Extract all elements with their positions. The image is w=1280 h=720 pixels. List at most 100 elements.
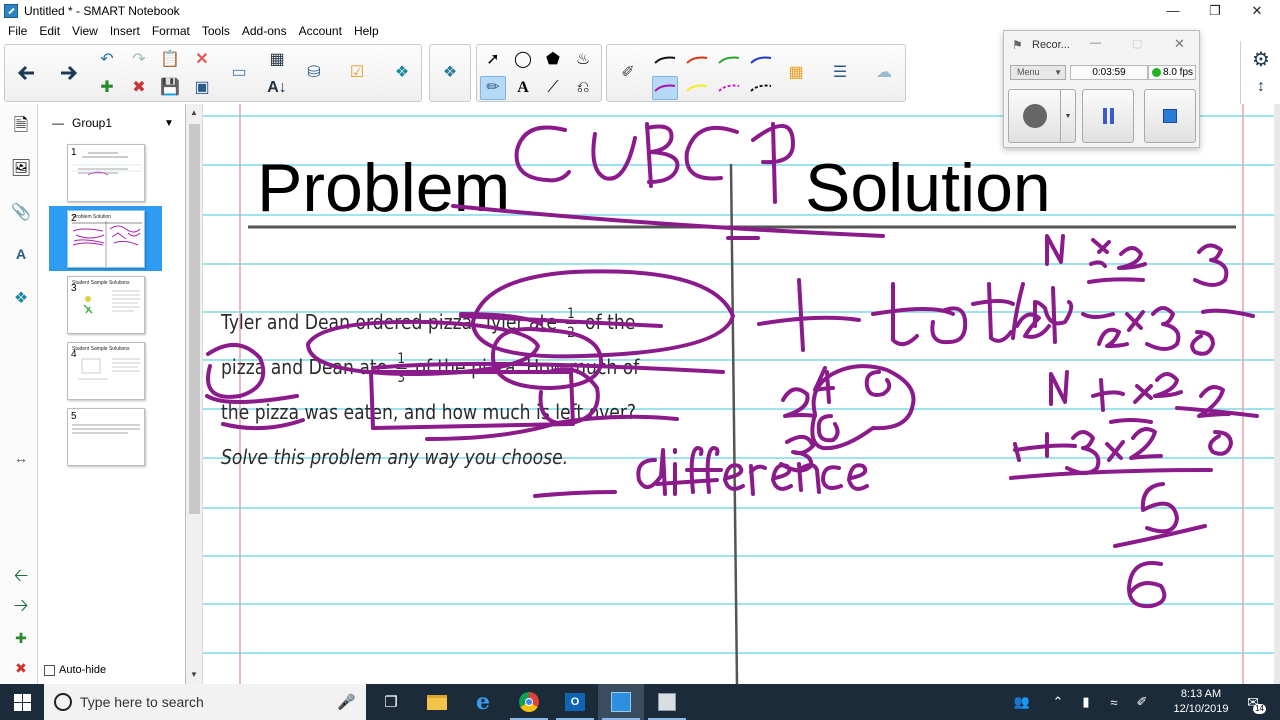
- screen-shade-button[interactable]: ▭: [226, 61, 252, 85]
- gallery-tab[interactable]: 🖼: [9, 156, 33, 180]
- restore-button[interactable]: ❐: [1192, 0, 1238, 21]
- properties-tab[interactable]: A: [9, 242, 33, 266]
- sidebar-add-page[interactable]: ✚: [9, 626, 33, 650]
- sidebar-delete-page[interactable]: ✖: [9, 656, 33, 680]
- add-page-button[interactable]: ✚: [94, 76, 120, 100]
- sidebar-prev-page[interactable]: 🡠: [9, 565, 33, 590]
- whiteboard-page[interactable]: Problem Solution Tyler and Dean ordered …: [203, 104, 1280, 684]
- save-button[interactable]: 💾: [157, 76, 183, 100]
- line-tool-button[interactable]: ⟋: [540, 76, 566, 100]
- show-hidden-icons-button[interactable]: ⌃: [1044, 684, 1072, 720]
- fullscreen-button[interactable]: ▣: [189, 76, 215, 100]
- pen-purple-button[interactable]: [652, 76, 678, 100]
- screen-recorder-window[interactable]: ⚑ Recor... — ▢ ✕ Menu ▼ 0:03:59 8.0 fps ▼: [1003, 30, 1200, 148]
- record-options-dropdown[interactable]: ▼: [1060, 89, 1076, 143]
- menu-insert[interactable]: Insert: [104, 21, 146, 41]
- file-explorer-button[interactable]: [414, 684, 460, 720]
- page-sorter-tab[interactable]: 🗎: [9, 115, 33, 140]
- next-page-button[interactable]: [56, 61, 82, 85]
- fill-effects-button[interactable]: ☁: [871, 61, 897, 85]
- pen-yellow-button[interactable]: [684, 76, 710, 100]
- menu-help[interactable]: Help: [348, 21, 385, 41]
- start-button[interactable]: [0, 684, 44, 720]
- autohide-option[interactable]: Auto-hide: [44, 664, 106, 676]
- delete-button[interactable]: ✕: [189, 48, 215, 72]
- sorter-scrollbar[interactable]: ▲ ▼: [186, 104, 203, 684]
- page-thumbnail-5[interactable]: 5: [67, 408, 145, 466]
- line-style-button[interactable]: ☰: [827, 61, 853, 85]
- delete-page-button[interactable]: ✖: [126, 76, 152, 100]
- insert-table-button[interactable]: ▦: [264, 48, 290, 72]
- recorder-taskbar-button[interactable]: [644, 684, 690, 720]
- addons-puzzle-button[interactable]: ❖: [437, 61, 463, 85]
- redo-button[interactable]: ↷: [126, 48, 152, 72]
- pen-workspace-button[interactable]: ✐: [1128, 684, 1156, 720]
- taskbar-search-box[interactable]: Type here to search 🎤: [44, 684, 366, 720]
- recorder-minimize-button[interactable]: —: [1090, 37, 1101, 49]
- eraser-button[interactable]: ⎌: [570, 76, 596, 100]
- select-tool-button[interactable]: ➚: [480, 48, 506, 72]
- pens-tool-button[interactable]: ✏: [480, 76, 506, 100]
- previous-page-button[interactable]: [13, 61, 39, 85]
- page-thumbnail-2[interactable]: 2 Problem Solution: [67, 210, 145, 268]
- pen-blue-button[interactable]: [748, 48, 774, 72]
- paste-button[interactable]: 📋: [157, 48, 183, 72]
- undo-button[interactable]: ↶: [94, 48, 120, 72]
- page-thumbnail-3[interactable]: 3 Student Sample Solutions: [67, 276, 145, 334]
- settings-button[interactable]: ⚙: [1249, 47, 1273, 71]
- fill-button[interactable]: ♨: [570, 48, 596, 72]
- action-center-button[interactable]: ✉ 14: [1238, 684, 1268, 720]
- pen-type-button[interactable]: ✐: [615, 61, 641, 85]
- text-tool-button[interactable]: A↓: [264, 76, 290, 100]
- panel-resize-handle[interactable]: ↔: [9, 446, 33, 470]
- text-button[interactable]: A: [510, 76, 536, 100]
- minimize-button[interactable]: —: [1150, 0, 1196, 21]
- close-button[interactable]: ✕: [1234, 0, 1280, 21]
- menu-view[interactable]: View: [66, 21, 104, 41]
- chevron-down-icon[interactable]: ▼: [164, 118, 174, 129]
- microphone-icon[interactable]: 🎤: [337, 693, 356, 711]
- scroll-up-icon[interactable]: ▲: [190, 108, 198, 117]
- pen-black-dash-button[interactable]: [748, 76, 774, 100]
- task-view-button[interactable]: ❐: [368, 684, 414, 720]
- pen-magenta-dash-button[interactable]: [716, 76, 742, 100]
- scroll-down-icon[interactable]: ▼: [190, 670, 198, 679]
- edge-browser-button[interactable]: e: [460, 684, 506, 720]
- sidebar-next-page[interactable]: 🡢: [9, 595, 33, 620]
- shapes-button[interactable]: ⬟: [540, 48, 566, 72]
- pause-button[interactable]: [1082, 89, 1134, 143]
- response-button[interactable]: ☑: [344, 61, 370, 85]
- menu-addons[interactable]: Add-ons: [236, 21, 293, 41]
- menu-file[interactable]: File: [2, 21, 33, 41]
- menu-format[interactable]: Format: [146, 21, 196, 41]
- people-button[interactable]: 👥: [1008, 684, 1036, 720]
- pen-black-button[interactable]: [652, 48, 678, 72]
- scrollbar-thumb[interactable]: [189, 124, 200, 514]
- menu-edit[interactable]: Edit: [33, 21, 66, 41]
- chrome-browser-button[interactable]: [506, 684, 552, 720]
- document-camera-button[interactable]: ⛁: [301, 61, 327, 85]
- menu-tools[interactable]: Tools: [196, 21, 236, 41]
- recorder-menu-dropdown[interactable]: Menu ▼: [1010, 65, 1066, 80]
- addon-button[interactable]: ❖: [389, 61, 415, 85]
- battery-button[interactable]: ▮: [1072, 684, 1100, 720]
- network-button[interactable]: ≈: [1100, 684, 1128, 720]
- eraser-select-button[interactable]: ◯: [510, 48, 536, 72]
- attachments-tab[interactable]: 📎: [9, 200, 33, 224]
- taskbar-clock[interactable]: 8:13 AM 12/10/2019: [1170, 687, 1232, 717]
- recorder-close-button[interactable]: ✕: [1174, 36, 1185, 52]
- stop-button[interactable]: [1144, 89, 1196, 143]
- record-button[interactable]: [1008, 89, 1060, 143]
- pen-red-button[interactable]: [684, 48, 710, 72]
- outlook-button[interactable]: O: [552, 684, 598, 720]
- page-thumbnail-1[interactable]: 1: [67, 144, 145, 202]
- pen-green-button[interactable]: [716, 48, 742, 72]
- page-thumbnail-4[interactable]: 4 Student Sample Solutions: [67, 342, 145, 400]
- smart-notebook-taskbar-button[interactable]: [598, 684, 644, 720]
- menu-account[interactable]: Account: [293, 21, 348, 41]
- addons-tab[interactable]: ❖: [9, 286, 33, 310]
- group-header[interactable]: — Group1 ▼: [52, 116, 174, 130]
- toolbar-position-button[interactable]: ↕: [1249, 75, 1273, 99]
- recorder-maximize-button[interactable]: ▢: [1132, 37, 1142, 50]
- color-palette-button[interactable]: ▦: [783, 61, 809, 85]
